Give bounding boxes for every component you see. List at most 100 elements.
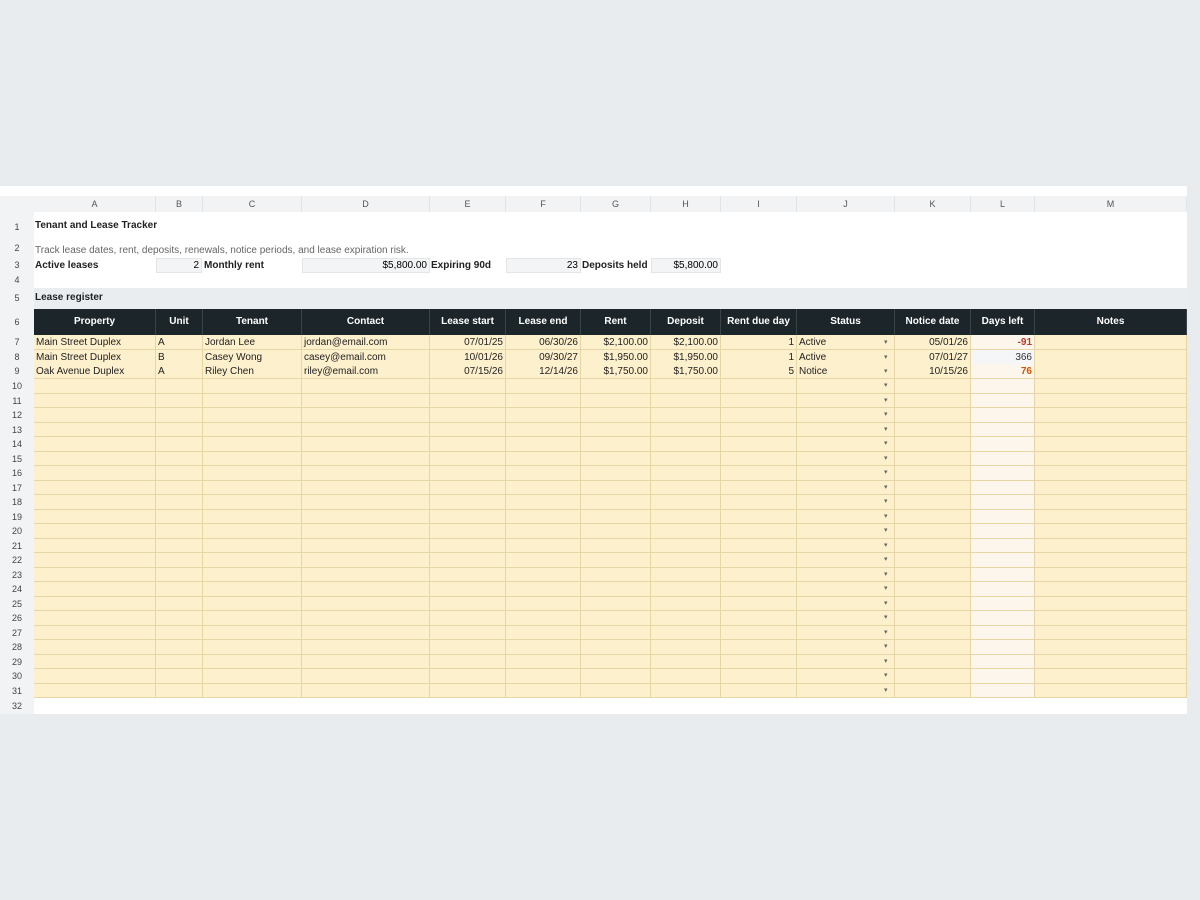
dropdown-arrow-icon[interactable]: ▾	[884, 597, 892, 611]
empty-cell-contact[interactable]	[302, 422, 430, 437]
dropdown-arrow-icon[interactable]: ▾	[884, 481, 892, 495]
empty-cell-property[interactable]	[34, 437, 156, 452]
empty-cell-days-left[interactable]	[971, 379, 1035, 394]
empty-cell-deposit[interactable]	[651, 582, 721, 597]
empty-cell-days-left[interactable]	[971, 683, 1035, 698]
empty-cell-lease-start[interactable]	[430, 509, 506, 524]
empty-cell-lease-end[interactable]	[506, 596, 581, 611]
empty-cell-contact[interactable]	[302, 480, 430, 495]
empty-cell-unit[interactable]	[156, 582, 203, 597]
empty-cell-status[interactable]: ▾	[797, 422, 895, 437]
cell-property[interactable]: Main Street Duplex	[34, 335, 156, 350]
empty-cell-days-left[interactable]	[971, 524, 1035, 539]
empty-cell-contact[interactable]	[302, 538, 430, 553]
empty-cell-contact[interactable]	[302, 379, 430, 394]
empty-cell-property[interactable]	[34, 640, 156, 655]
row-number[interactable]: 6	[0, 309, 34, 335]
empty-cell-rent-due-day[interactable]	[721, 596, 797, 611]
column-header-m[interactable]: M	[1035, 196, 1187, 212]
empty-cell-contact[interactable]	[302, 582, 430, 597]
empty-cell-lease-start[interactable]	[430, 422, 506, 437]
empty-cell-notice-date[interactable]	[895, 567, 971, 582]
empty-cell-notes[interactable]	[1035, 640, 1187, 655]
empty-cell-notes[interactable]	[1035, 611, 1187, 626]
empty-cell-tenant[interactable]	[203, 683, 302, 698]
empty-cell-status[interactable]: ▾	[797, 538, 895, 553]
empty-cell-property[interactable]	[34, 466, 156, 481]
column-header-b[interactable]: B	[156, 196, 203, 212]
cell-lease-end[interactable]: 06/30/26	[506, 335, 581, 350]
empty-cell-notes[interactable]	[1035, 495, 1187, 510]
empty-cell-unit[interactable]	[156, 683, 203, 698]
empty-cell-rent[interactable]	[581, 524, 651, 539]
empty-cell-rent-due-day[interactable]	[721, 582, 797, 597]
empty-cell-deposit[interactable]	[651, 683, 721, 698]
cell-status[interactable]: Active ▾	[797, 335, 895, 350]
empty-cell-lease-start[interactable]	[430, 379, 506, 394]
empty-cell-contact[interactable]	[302, 495, 430, 510]
empty-cell-lease-end[interactable]	[506, 524, 581, 539]
dropdown-arrow-icon[interactable]: ▾	[884, 539, 892, 553]
empty-cell-lease-end[interactable]	[506, 379, 581, 394]
row-number[interactable]: 3	[0, 258, 34, 273]
empty-cell-lease-end[interactable]	[506, 437, 581, 452]
empty-cell-property[interactable]	[34, 422, 156, 437]
empty-cell-rent[interactable]	[581, 683, 651, 698]
select-all-corner[interactable]	[0, 196, 34, 212]
empty-cell-property[interactable]	[34, 451, 156, 466]
dropdown-arrow-icon[interactable]: ▾	[884, 437, 892, 451]
empty-cell-notice-date[interactable]	[895, 379, 971, 394]
empty-cell-lease-start[interactable]	[430, 393, 506, 408]
empty-cell-rent[interactable]	[581, 495, 651, 510]
empty-cell-deposit[interactable]	[651, 625, 721, 640]
empty-cell-lease-start[interactable]	[430, 596, 506, 611]
empty-cell-status[interactable]: ▾	[797, 379, 895, 394]
empty-cell-days-left[interactable]	[971, 393, 1035, 408]
empty-cell-unit[interactable]	[156, 437, 203, 452]
empty-cell-property[interactable]	[34, 611, 156, 626]
empty-cell-notes[interactable]	[1035, 422, 1187, 437]
empty-cell-unit[interactable]	[156, 524, 203, 539]
dropdown-arrow-icon[interactable]: ▾	[884, 655, 892, 669]
empty-cell-rent[interactable]	[581, 567, 651, 582]
row-number[interactable]: 24	[0, 582, 34, 597]
empty-cell-notes[interactable]	[1035, 538, 1187, 553]
empty-cell-notice-date[interactable]	[895, 451, 971, 466]
empty-cell-deposit[interactable]	[651, 495, 721, 510]
empty-cell-unit[interactable]	[156, 422, 203, 437]
empty-cell-rent[interactable]	[581, 466, 651, 481]
empty-cell-notice-date[interactable]	[895, 640, 971, 655]
empty-cell-contact[interactable]	[302, 669, 430, 684]
cell-contact[interactable]: jordan@email.com	[302, 335, 430, 350]
dropdown-arrow-icon[interactable]: ▾	[884, 466, 892, 480]
empty-cell-deposit[interactable]	[651, 422, 721, 437]
row-number[interactable]: 27	[0, 625, 34, 640]
row-number[interactable]: 19	[0, 509, 34, 524]
column-header-d[interactable]: D	[302, 196, 430, 212]
row-number[interactable]: 9	[0, 364, 34, 379]
dropdown-arrow-icon[interactable]: ▾	[884, 379, 892, 393]
cell-notes[interactable]	[1035, 335, 1187, 350]
empty-cell-notes[interactable]	[1035, 393, 1187, 408]
empty-cell-property[interactable]	[34, 495, 156, 510]
empty-cell-unit[interactable]	[156, 509, 203, 524]
empty-cell-tenant[interactable]	[203, 611, 302, 626]
empty-cell-rent[interactable]	[581, 553, 651, 568]
empty-cell-deposit[interactable]	[651, 524, 721, 539]
empty-cell-notes[interactable]	[1035, 437, 1187, 452]
empty-cell-notice-date[interactable]	[895, 524, 971, 539]
empty-cell-notes[interactable]	[1035, 625, 1187, 640]
empty-cell-rent[interactable]	[581, 422, 651, 437]
empty-cell-days-left[interactable]	[971, 509, 1035, 524]
column-heading-property[interactable]: Property	[34, 309, 156, 335]
row-number[interactable]: 11	[0, 393, 34, 408]
empty-cell-rent-due-day[interactable]	[721, 625, 797, 640]
empty-cell-lease-end[interactable]	[506, 393, 581, 408]
dropdown-arrow-icon[interactable]: ▾	[884, 568, 892, 582]
dropdown-arrow-icon[interactable]: ▾	[884, 553, 892, 567]
empty-cell-lease-end[interactable]	[506, 408, 581, 423]
row-number[interactable]: 21	[0, 538, 34, 553]
empty-cell-notice-date[interactable]	[895, 654, 971, 669]
empty-cell-tenant[interactable]	[203, 451, 302, 466]
column-heading-days-left[interactable]: Days left	[971, 309, 1035, 335]
